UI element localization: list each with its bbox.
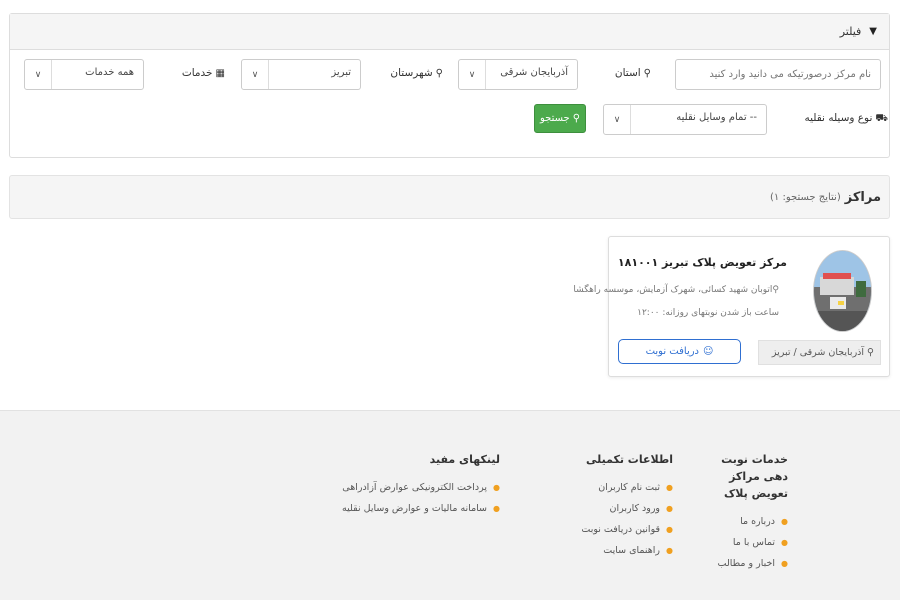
footer-link-rules[interactable]: ●قوانین دریافت نوبت	[563, 519, 673, 540]
chevron-down-icon: ∨	[242, 60, 269, 89]
center-hours: ساعت باز شدن نوبتهای روزانه: ۱۲:۰۰	[637, 308, 779, 318]
filter-header[interactable]: ▼ فیلتر	[10, 14, 889, 50]
get-appointment-button[interactable]: ☺ دریافت نوبت	[618, 339, 741, 364]
chevron-down-icon: ∨	[25, 60, 52, 89]
user-icon: ☺	[703, 346, 714, 357]
map-marker-icon: ⚲	[643, 68, 651, 79]
vehicle-select[interactable]: -- تمام وسایل نقلیه ∨	[603, 104, 767, 135]
city-label: ⚲شهرستان	[390, 67, 443, 79]
services-select[interactable]: همه خدمات ∨	[24, 59, 144, 90]
footer-heading: اطلاعات تکمیلی	[585, 453, 673, 466]
center-photo	[813, 250, 872, 332]
center-address: ⚲اتوبان شهید کسائی، شهرک آزمایش، موسسه ر…	[573, 285, 779, 295]
province-value: آذربایجان شرقی	[500, 67, 568, 78]
footer-link-toll-payment[interactable]: ●پرداخت الکترونیکی عوارض آزادراهی	[342, 477, 500, 498]
footer-heading: خدمات نوبت دهی مراکز تعویض پلاک	[721, 453, 788, 500]
results-title: مراکز	[844, 189, 881, 205]
vehicle-value: -- تمام وسایل نقلیه	[676, 112, 757, 123]
footer-link-about[interactable]: ●درباره ما	[708, 511, 788, 532]
center-card: مرکز تعویض پلاک تبریز ۱۸۱۰۰۱ ⚲اتوبان شهی…	[573, 236, 890, 377]
footer-column-links: لینکهای مفید ●پرداخت الکترونیکی عوارض آز…	[342, 451, 500, 519]
services-value: همه خدمات	[85, 67, 134, 78]
footer-link-login[interactable]: ●ورود کاربران	[563, 498, 673, 519]
footer-link-news[interactable]: ●اخبار و مطالب	[708, 553, 788, 574]
center-name[interactable]: مرکز تعویض پلاک تبریز ۱۸۱۰۰۱	[618, 256, 787, 269]
center-photo-image	[814, 251, 871, 331]
footer-column-services: خدمات نوبت دهی مراکز تعویض پلاک ●درباره …	[708, 451, 788, 574]
search-icon: ⚲	[572, 113, 581, 124]
vehicle-label: ⛟نوع وسیله نقلیه	[804, 112, 888, 124]
table-icon: ▦	[215, 68, 225, 79]
map-marker-icon: ⚲	[772, 285, 779, 295]
services-label: ▦خدمات	[181, 67, 225, 79]
chevron-down-icon: ∨	[604, 105, 631, 134]
footer-column-info: اطلاعات تکمیلی ●ثبت نام کاربران ●ورود کا…	[563, 451, 673, 561]
city-value: تبریز	[331, 67, 351, 78]
footer-link-vehicle-tax[interactable]: ●سامانه مالیات و عوارض وسایل نقلیه	[342, 498, 500, 519]
filter-title: فیلتر	[839, 25, 862, 38]
footer-link-contact[interactable]: ●تماس با ما	[708, 532, 788, 553]
results-count: (نتایج جستجو: ۱)	[770, 191, 841, 203]
center-name-input[interactable]	[675, 59, 881, 90]
map-marker-icon: ⚲	[867, 347, 874, 358]
footer-heading: لینکهای مفید	[429, 453, 500, 466]
chevron-down-icon: ∨	[459, 60, 486, 89]
search-button[interactable]: ⚲ جستجو	[534, 104, 586, 133]
results-header: مراکز (نتایج جستجو: ۱)	[9, 175, 890, 219]
footer: خدمات نوبت دهی مراکز تعویض پلاک ●درباره …	[0, 410, 900, 600]
province-label: ⚲استان	[614, 67, 651, 79]
footer-link-guide[interactable]: ●راهنمای سایت	[563, 540, 673, 561]
city-select[interactable]: تبریز ∨	[241, 59, 361, 90]
funnel-icon: ▼	[869, 26, 877, 37]
province-select[interactable]: آذربایجان شرقی ∨	[458, 59, 578, 90]
car-icon: ⛟	[875, 113, 888, 124]
map-marker-icon: ⚲	[435, 68, 443, 79]
center-location-badge: ⚲ آذربایجان شرقی / تبریز	[758, 340, 881, 365]
footer-link-register[interactable]: ●ثبت نام کاربران	[563, 477, 673, 498]
